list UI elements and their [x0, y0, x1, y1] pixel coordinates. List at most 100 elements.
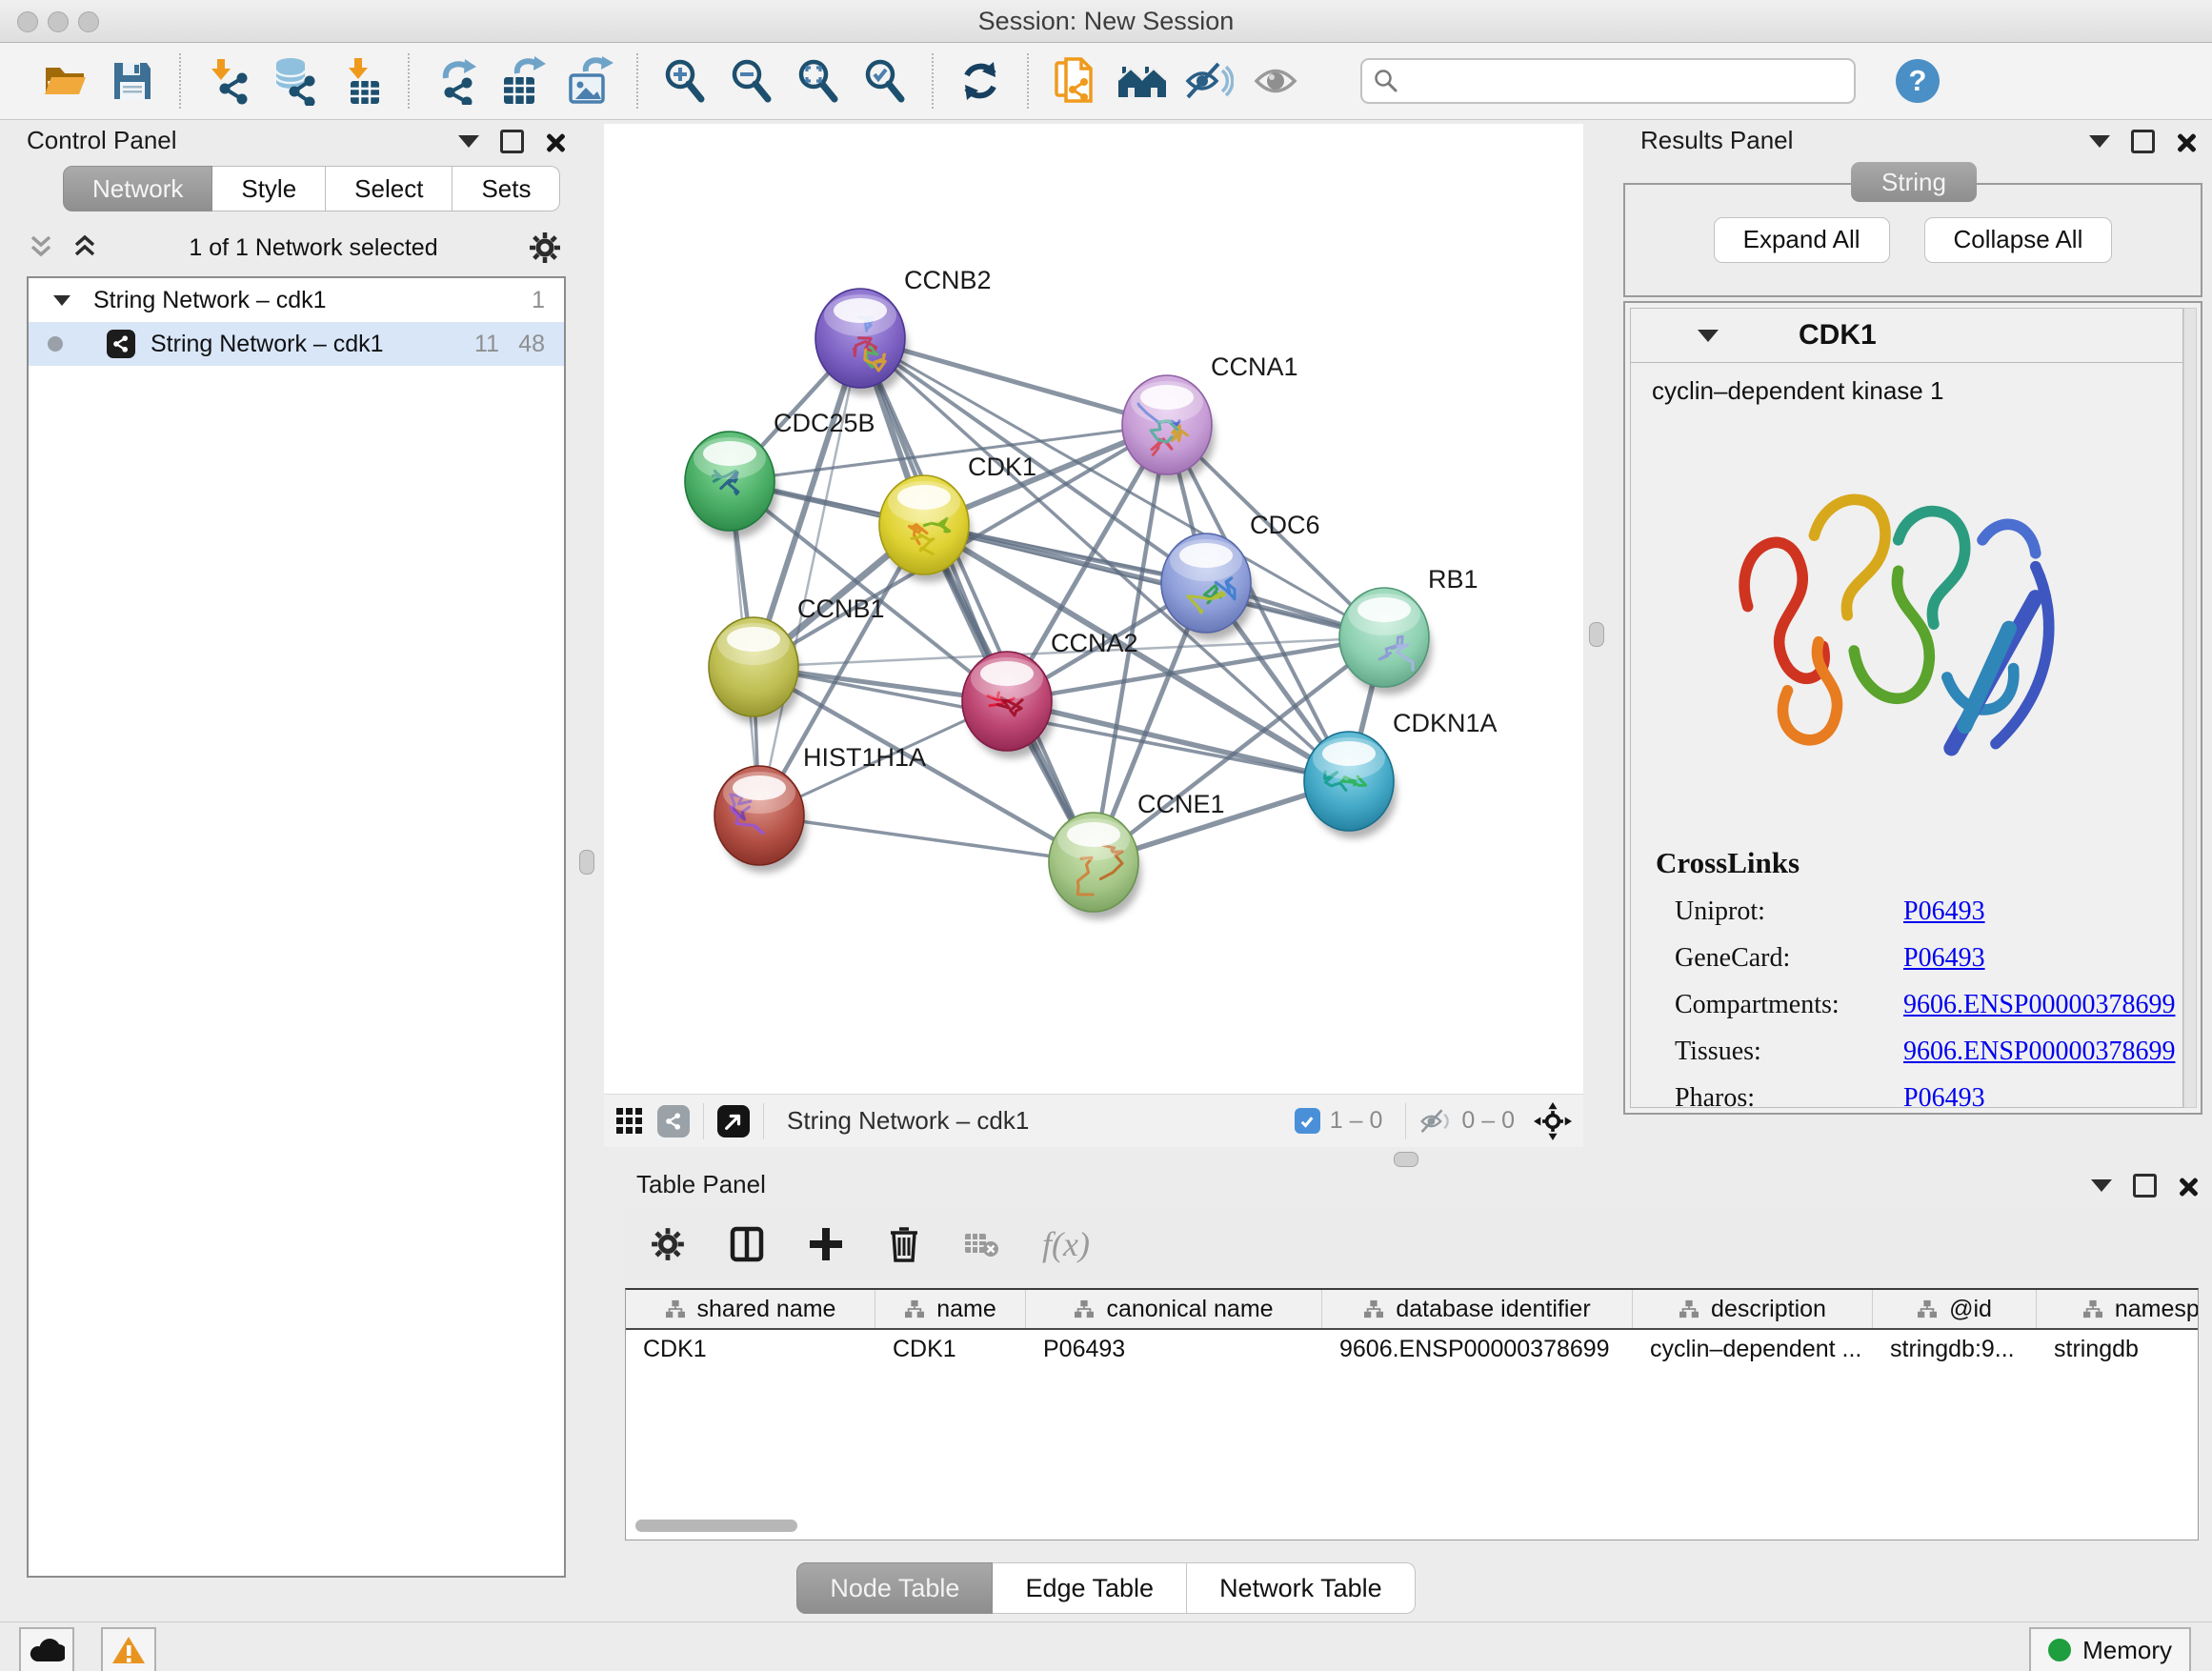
- hide-selected-button[interactable]: [1181, 53, 1237, 109]
- crosslink-link[interactable]: P06493: [1903, 943, 1985, 974]
- edge[interactable]: [924, 525, 1384, 637]
- table-options-gear-icon[interactable]: [650, 1226, 686, 1262]
- node-section-header[interactable]: CDK1: [1631, 309, 2182, 363]
- delete-column-trash-icon[interactable]: [888, 1225, 920, 1263]
- node-CCNB1[interactable]: CCNB1: [709, 594, 885, 724]
- zoom-in-button[interactable]: [657, 53, 713, 109]
- apply-layout-button[interactable]: [953, 53, 1008, 109]
- table-cell[interactable]: stringdb:9...: [1873, 1330, 2037, 1370]
- close-panel-icon[interactable]: [2176, 132, 2195, 151]
- table-cell[interactable]: CDK1: [875, 1330, 1026, 1370]
- create-column-plus-icon[interactable]: [808, 1226, 844, 1262]
- tab-edge-table[interactable]: Edge Table: [993, 1562, 1187, 1614]
- crosslink-link[interactable]: P06493: [1903, 896, 1985, 927]
- expand-all-button[interactable]: Expand All: [1714, 217, 1890, 263]
- panel-menu-icon[interactable]: [458, 135, 479, 148]
- tab-network[interactable]: Network: [63, 166, 212, 211]
- section-expander-icon[interactable]: [1698, 330, 1719, 342]
- cloud-status-button[interactable]: [19, 1627, 74, 1671]
- delete-table-icon[interactable]: [964, 1230, 998, 1258]
- collapse-all-button[interactable]: Collapse All: [1924, 217, 2113, 263]
- node-CDKN1A[interactable]: CDKN1A: [1304, 709, 1498, 838]
- save-session-button[interactable]: [105, 53, 160, 109]
- table-cell[interactable]: P06493: [1026, 1330, 1322, 1370]
- tab-network-table[interactable]: Network Table: [1187, 1562, 1416, 1614]
- crosslink-link[interactable]: 9606.ENSP00000378699: [1903, 990, 2175, 1020]
- network-row[interactable]: String Network – cdk1 11 48: [29, 322, 564, 366]
- column-header-namespace[interactable]: namespace: [2037, 1290, 2199, 1328]
- import-network-button[interactable]: [200, 53, 255, 109]
- tab-node-table[interactable]: Node Table: [796, 1562, 993, 1614]
- import-table-button[interactable]: [333, 53, 389, 109]
- help-button[interactable]: ?: [1896, 59, 1940, 103]
- memory-button[interactable]: Memory: [2029, 1627, 2191, 1671]
- function-builder-button[interactable]: f(x): [1042, 1224, 1090, 1264]
- network-view-canvas[interactable]: CCNB2CCNA1CDC25BCDK1CDC6RB1CCNB1CCNA2CDK…: [604, 124, 1583, 1094]
- bottom-splitter-handle[interactable]: [1394, 1152, 1418, 1167]
- detach-view-button[interactable]: [717, 1105, 750, 1137]
- open-session-button[interactable]: [38, 53, 93, 109]
- column-header-canonical-name[interactable]: canonical name: [1026, 1290, 1322, 1328]
- edge[interactable]: [759, 815, 1094, 862]
- collapse-all-icon[interactable]: [27, 234, 55, 261]
- column-header-shared-name[interactable]: shared name: [626, 1290, 875, 1328]
- table-cell[interactable]: stringdb: [2037, 1330, 2199, 1370]
- table-cell[interactable]: 9606.ENSP00000378699: [1322, 1330, 1633, 1370]
- hide-panels-button[interactable]: [1115, 53, 1170, 109]
- collection-expander-icon[interactable]: [53, 295, 70, 306]
- selected-checkbox[interactable]: [1295, 1108, 1320, 1134]
- network-collection-row[interactable]: String Network – cdk1 1: [29, 278, 564, 322]
- show-columns-icon[interactable]: [730, 1226, 764, 1262]
- hidden-eye-slash-icon[interactable]: [1419, 1108, 1452, 1135]
- node-table[interactable]: shared namenamecanonical namedatabase id…: [625, 1288, 2199, 1540]
- column-header--id[interactable]: @id: [1873, 1290, 2037, 1328]
- tab-style[interactable]: Style: [212, 166, 326, 211]
- network-view-type-icon[interactable]: [657, 1105, 690, 1137]
- panel-menu-icon[interactable]: [2089, 135, 2110, 148]
- import-network-from-database-button[interactable]: [267, 53, 322, 109]
- float-panel-icon[interactable]: [2131, 130, 2155, 153]
- fit-content-crosshair-icon[interactable]: [1534, 1102, 1572, 1140]
- table-cell[interactable]: cyclin–dependent ...: [1633, 1330, 1873, 1370]
- zoom-out-button[interactable]: [724, 53, 779, 109]
- warnings-button[interactable]: [101, 1627, 156, 1671]
- node-CDC6[interactable]: CDC6: [1161, 511, 1320, 640]
- export-image-button[interactable]: [562, 53, 617, 109]
- table-row[interactable]: CDK1CDK1P064939606.ENSP00000378699cyclin…: [626, 1330, 2198, 1370]
- close-panel-icon[interactable]: [545, 132, 564, 151]
- tab-select[interactable]: Select: [326, 166, 452, 211]
- panel-menu-icon[interactable]: [2091, 1179, 2112, 1192]
- export-network-button[interactable]: [429, 53, 484, 109]
- export-table-button[interactable]: [495, 53, 551, 109]
- zoom-selected-button[interactable]: [857, 53, 913, 109]
- birds-eye-grid-icon[interactable]: [615, 1107, 644, 1136]
- tab-sets[interactable]: Sets: [452, 166, 560, 211]
- table-horizontal-scrollbar[interactable]: [635, 1520, 797, 1532]
- float-panel-icon[interactable]: [2133, 1174, 2157, 1198]
- search-input[interactable]: [1408, 67, 1842, 96]
- node-HIST1H1A[interactable]: HIST1H1A: [714, 743, 926, 873]
- column-header-description[interactable]: description: [1633, 1290, 1873, 1328]
- node-RB1[interactable]: RB1: [1339, 565, 1478, 695]
- table-cell[interactable]: CDK1: [626, 1330, 875, 1370]
- column-header-name[interactable]: name: [875, 1290, 1026, 1328]
- node-CCNA1[interactable]: CCNA1: [1122, 352, 1298, 482]
- search-field[interactable]: [1360, 58, 1856, 104]
- column-header-database-identifier[interactable]: database identifier: [1322, 1290, 1633, 1328]
- float-panel-icon[interactable]: [500, 130, 524, 153]
- crosslink-link[interactable]: 9606.ENSP00000378699: [1903, 1037, 2175, 1067]
- node-CCNE1[interactable]: CCNE1: [1049, 790, 1225, 919]
- expand-all-icon[interactable]: [70, 234, 99, 261]
- network-options-gear-icon[interactable]: [528, 231, 562, 265]
- crosslink-link[interactable]: P06493: [1903, 1083, 1985, 1108]
- first-neighbors-button[interactable]: [1048, 53, 1103, 109]
- zoom-fit-button[interactable]: [791, 53, 846, 109]
- tab-string[interactable]: String: [1851, 162, 1977, 202]
- results-scrollbar[interactable]: [2183, 308, 2197, 1108]
- edge[interactable]: [860, 338, 1094, 862]
- right-splitter-handle[interactable]: [1589, 622, 1604, 647]
- left-splitter-handle[interactable]: [579, 850, 594, 875]
- close-panel-icon[interactable]: [2178, 1177, 2197, 1196]
- show-graphics-button[interactable]: [1248, 53, 1303, 109]
- network-graph[interactable]: CCNB2CCNA1CDC25BCDK1CDC6RB1CCNB1CCNA2CDK…: [604, 124, 1583, 1094]
